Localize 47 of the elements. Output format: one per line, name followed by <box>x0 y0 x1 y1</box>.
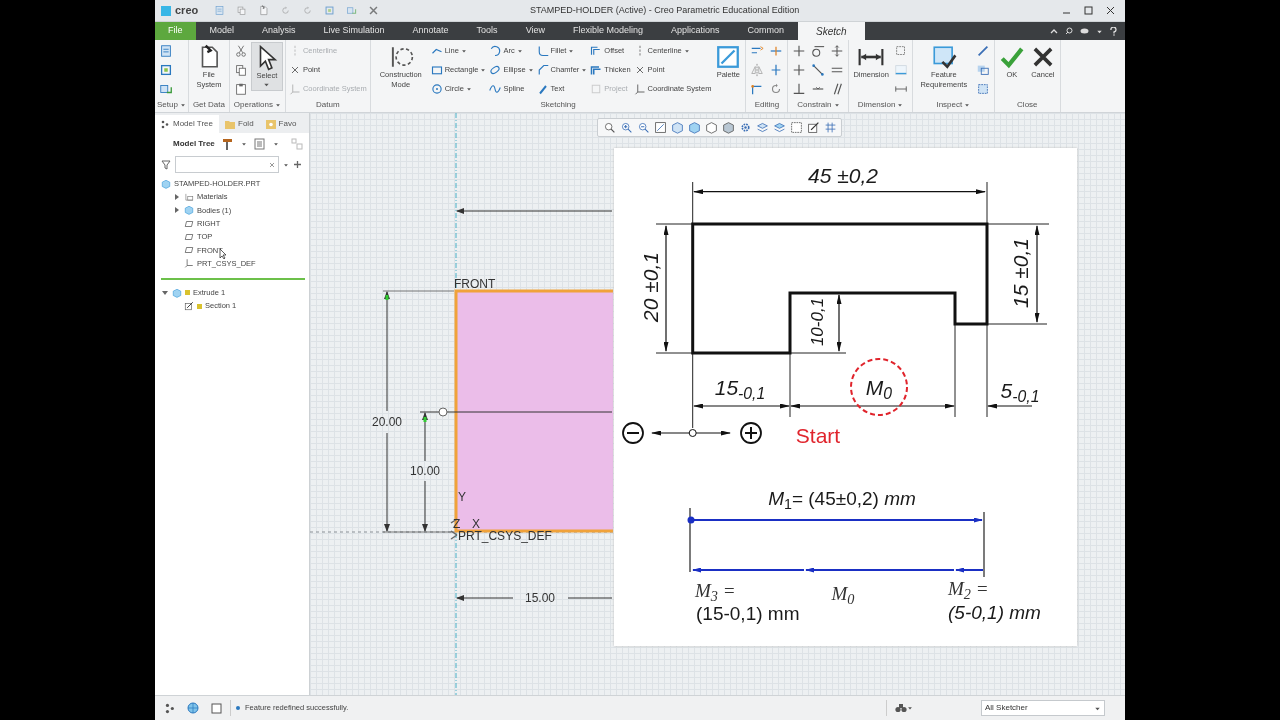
formula-text: (15-0,1) mm <box>696 603 800 623</box>
dimension-value[interactable]: 10.00 <box>410 465 440 477</box>
filter-dropdown[interactable]: All Sketcher <box>981 700 1105 716</box>
dimension-value[interactable]: 20.00 <box>372 416 402 428</box>
group-label: Close <box>1016 99 1039 111</box>
group-menu[interactable]: Operations <box>229 98 285 112</box>
group-label: Get Data <box>191 99 226 111</box>
dimension-text: 15 ±0,1 <box>1009 238 1031 308</box>
panel-tab[interactable]: Model Tree <box>155 115 220 133</box>
formula-text: M$_{2}$ = <box>948 578 989 598</box>
axis-label: X <box>472 518 480 530</box>
formula-text: M$_{1}$= (45±0,2) mm <box>768 488 916 508</box>
ribbon-tab[interactable]: Common <box>733 22 799 40</box>
start-label: Start <box>795 424 841 446</box>
ribbon-tab[interactable]: Tools <box>462 22 512 40</box>
ribbon-tab[interactable]: Live Simulation <box>309 22 399 40</box>
ribbon-tab[interactable]: Flexible Modeling <box>559 22 658 40</box>
ribbon-tab[interactable]: View <box>511 22 559 40</box>
dimension-text: 10-0,1 <box>808 297 826 347</box>
panel-tab[interactable]: Fold <box>219 115 260 133</box>
plane-label: FRONT <box>454 278 496 290</box>
group-menu[interactable]: Constrain <box>788 98 849 112</box>
dimension-value[interactable]: 15.00 <box>525 592 555 604</box>
formula-text: M$_{0}$ <box>831 583 855 603</box>
group-label: Sketching <box>539 99 577 111</box>
panel-tab[interactable]: Favo <box>259 115 303 133</box>
ribbon-tab[interactable]: Applications <box>657 22 734 40</box>
formula-text: (5-0,1) mm <box>948 602 1041 622</box>
group-menu[interactable]: Inspect <box>912 98 994 112</box>
group-menu[interactable]: Dimension <box>849 98 912 112</box>
dimension-text: M$_{0}$ <box>865 376 893 398</box>
dimension-text: 45 ±0,2 <box>808 164 878 186</box>
ribbon-tab[interactable]: Analysis <box>248 22 310 40</box>
ribbon-tab[interactable]: Model <box>195 22 249 40</box>
dimension-text: 20 ±0,1 <box>639 252 661 322</box>
window-title: STAMPED-HOLDER (Active) - Creo Parametric Educational Edition <box>528 3 801 17</box>
group-menu[interactable]: Setup <box>155 98 188 112</box>
formula-text: M$_{3}$ = <box>695 580 736 600</box>
group-label: Editing <box>753 99 781 111</box>
axis-label: Z <box>453 518 461 530</box>
ribbon-tab[interactable]: Sketch <box>798 22 865 40</box>
axis-label: Y <box>458 491 466 503</box>
group-label: Datum <box>315 99 341 111</box>
panel-title: Model Tree <box>173 138 215 150</box>
app-logo: creo <box>175 3 199 19</box>
csys-label: PRT_CSYS_DEF <box>458 530 552 542</box>
ribbon-tab[interactable]: Annotate <box>398 22 463 40</box>
